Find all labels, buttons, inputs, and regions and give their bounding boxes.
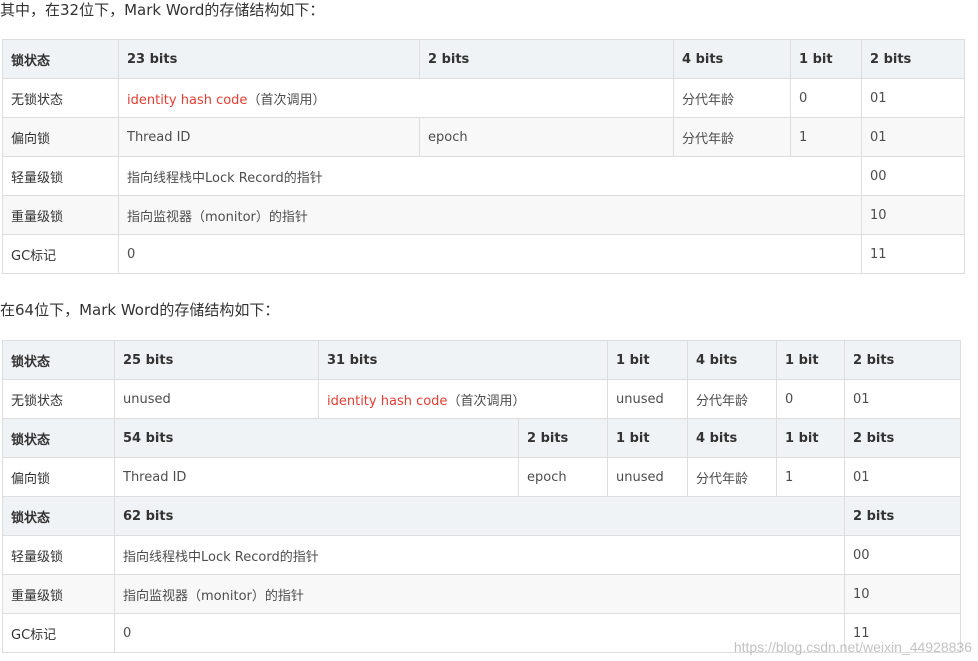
table-row: 无锁状态 identity hash code（首次调用） 分代年龄 0 01 [2,78,965,118]
flag-cell: 01 [844,379,961,419]
flag-cell: 10 [861,195,965,235]
flag-cell: 01 [861,78,965,118]
state-cell: 偏向锁 [2,457,115,497]
state-cell: 偏向锁 [2,117,119,157]
header-cell-2bits-epoch: 2 bits [518,418,608,458]
header-cell-2bits: 2 bits [844,496,961,536]
table-row: 无锁状态 unused identity hash code（首次调用） unu… [2,379,961,419]
header-cell-1bit: 1 bit [790,39,862,79]
content-cell: 指向线程栈中Lock Record的指针 [118,156,862,196]
hash-cell: identity hash code（首次调用） [118,78,674,118]
header-cell-54bits: 54 bits [114,418,519,458]
hash-cell: identity hash code（首次调用） [318,379,608,419]
header-cell-1bit: 1 bit [607,418,688,458]
header-cell-4bits: 4 bits [687,418,777,458]
header-cell-4bits: 4 bits [687,340,777,380]
markword-32bit-table: 锁状态 23 bits 2 bits 4 bits 1 bit 2 bits 无… [2,39,965,274]
flag-cell: 01 [861,117,965,157]
table-row: 重量级锁 指向监视器（monitor）的指针 10 [2,195,965,235]
hash-note-text: （首次调用） [447,393,526,409]
unused-cell: unused [607,457,688,497]
table-row: 偏向锁 Thread ID epoch unused 分代年龄 1 01 [2,457,961,497]
bias-cell: 1 [790,117,862,157]
state-cell: 轻量级锁 [2,535,115,575]
hash-code-text: identity hash code [327,393,448,409]
header-cell-4bits: 4 bits [673,39,791,79]
header-cell-state: 锁状态 [2,39,119,79]
header-cell-2bits: 2 bits [419,39,674,79]
header-cell-2bits-flag: 2 bits [861,39,965,79]
header-cell-1bit: 1 bit [607,340,688,380]
hash-code-text: identity hash code [127,92,248,108]
flag-cell: 01 [844,457,961,497]
table-row: GC标记 0 11 [2,234,965,274]
table-row: 偏向锁 Thread ID epoch 分代年龄 1 01 [2,117,965,157]
age-cell: 分代年龄 [687,457,777,497]
state-cell: GC标记 [2,234,119,274]
header-cell-62bits: 62 bits [114,496,845,536]
table-header-row: 锁状态 54 bits 2 bits 1 bit 4 bits 1 bit 2 … [2,418,961,458]
age-cell: 分代年龄 [687,379,777,419]
content-cell: 指向监视器（monitor）的指针 [114,574,845,614]
flag-cell: 10 [844,574,961,614]
state-cell: GC标记 [2,613,115,653]
markword-64bit-table: 锁状态 25 bits 31 bits 1 bit 4 bits 1 bit 2… [2,340,961,653]
state-cell: 重量级锁 [2,574,115,614]
unused-cell: unused [114,379,319,419]
flag-cell: 00 [844,535,961,575]
bias-cell: 0 [790,78,862,118]
age-cell: 分代年龄 [673,78,791,118]
table-header-row: 锁状态 62 bits 2 bits [2,496,961,536]
content-cell: 0 [118,234,862,274]
state-cell: 重量级锁 [2,195,119,235]
header-cell-25bits: 25 bits [114,340,319,380]
watermark: https://blog.csdn.net/weixin_44928836 [733,639,972,655]
table-header-row: 锁状态 23 bits 2 bits 4 bits 1 bit 2 bits [2,39,965,79]
header-cell-2bits: 2 bits [844,340,961,380]
table-row: 轻量级锁 指向线程栈中Lock Record的指针 00 [2,535,961,575]
bias-cell: 1 [776,457,845,497]
thread-id-cell: Thread ID [118,117,420,157]
epoch-cell: epoch [419,117,674,157]
header-cell-2bits: 2 bits [844,418,961,458]
state-cell: 无锁状态 [2,78,119,118]
heading-32bit: 其中，在32位下，Mark Word的存储结构如下： [0,1,325,19]
header-cell-1bit-bias: 1 bit [776,340,845,380]
content-cell: 指向监视器（monitor）的指针 [118,195,862,235]
thread-id-cell: Thread ID [114,457,519,497]
table-row: 重量级锁 指向监视器（monitor）的指针 10 [2,574,961,614]
header-cell-state: 锁状态 [2,496,115,536]
content-cell: 指向线程栈中Lock Record的指针 [114,535,845,575]
state-cell: 轻量级锁 [2,156,119,196]
state-cell: 无锁状态 [2,379,115,419]
table-header-row: 锁状态 25 bits 31 bits 1 bit 4 bits 1 bit 2… [2,340,961,380]
header-cell-state: 锁状态 [2,340,115,380]
flag-cell: 00 [861,156,965,196]
hash-note-text: （首次调用） [247,92,326,108]
header-cell-1bit-bias: 1 bit [776,418,845,458]
age-cell: 分代年龄 [673,117,791,157]
table-row: 轻量级锁 指向线程栈中Lock Record的指针 00 [2,156,965,196]
heading-64bit: 在64位下，Mark Word的存储结构如下： [0,301,280,319]
bias-cell: 0 [776,379,845,419]
header-cell-23bits: 23 bits [118,39,420,79]
header-cell-state: 锁状态 [2,418,115,458]
epoch-cell: epoch [518,457,608,497]
unused-cell: unused [607,379,688,419]
flag-cell: 11 [861,234,965,274]
header-cell-31bits: 31 bits [318,340,608,380]
